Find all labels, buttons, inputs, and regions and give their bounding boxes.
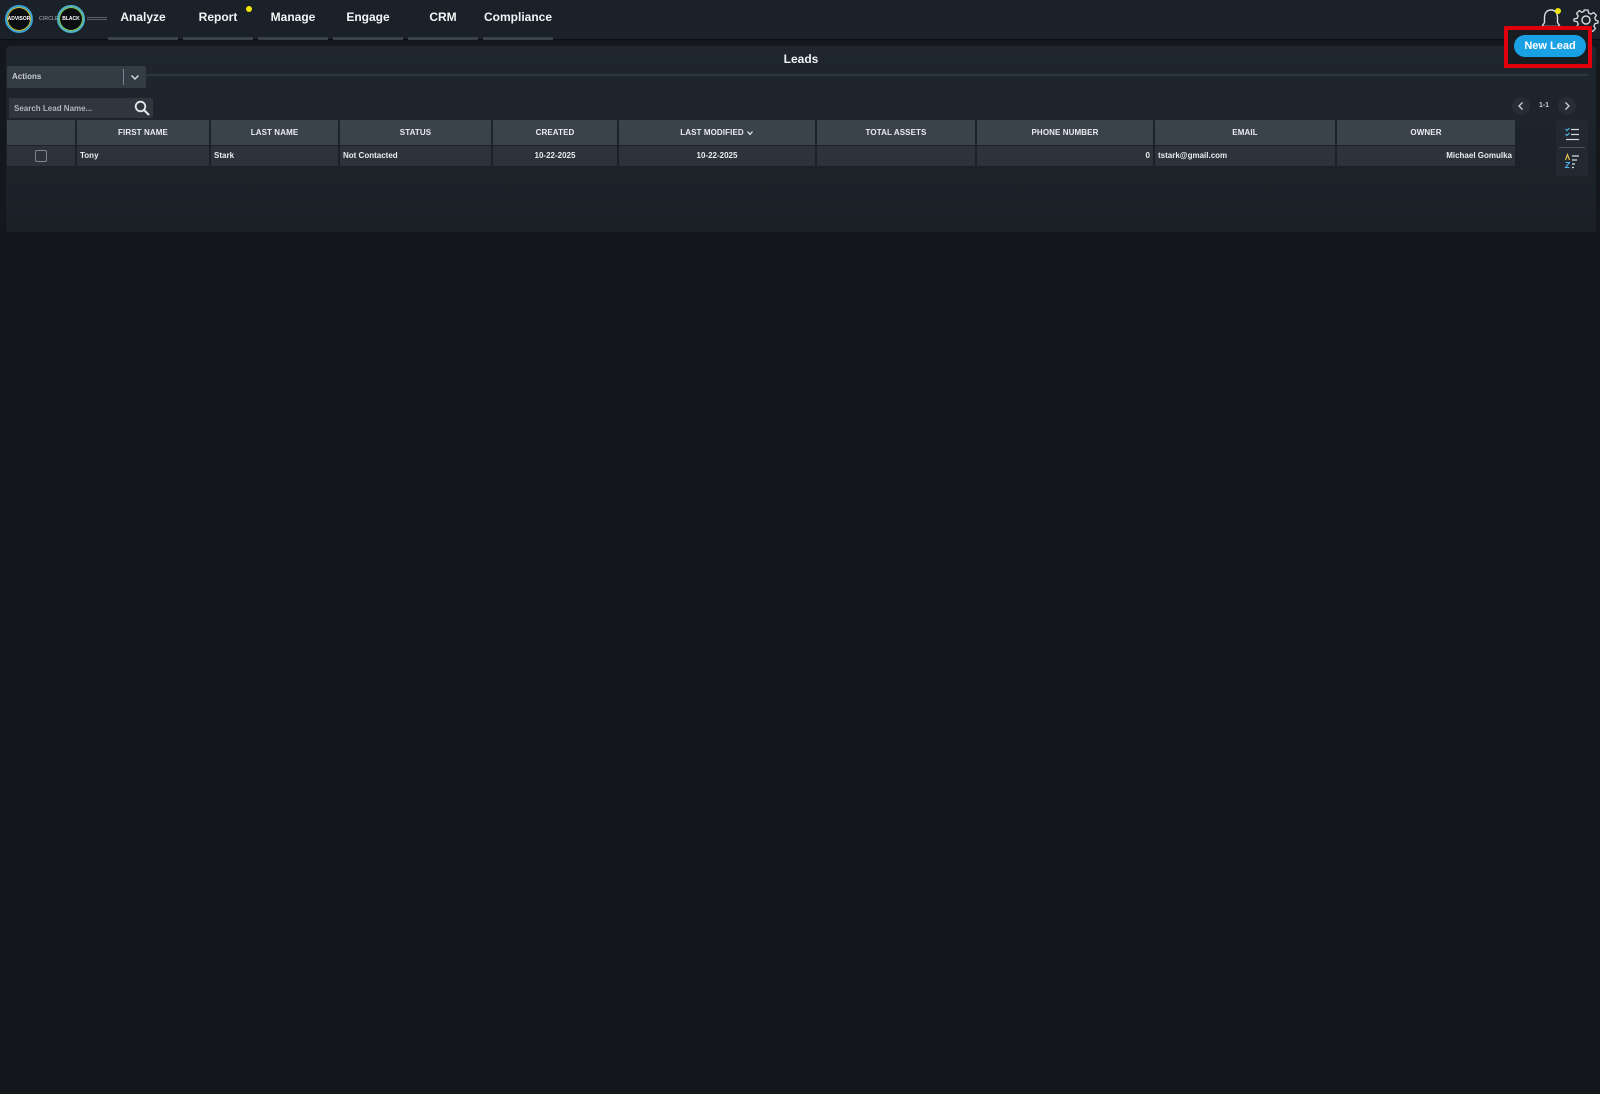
nav-item-underline [258, 37, 328, 40]
cell-created: 10-22-2025 [493, 146, 617, 166]
column-header-label: LAST MODIFIED [680, 128, 744, 137]
actions-dropdown-label: Actions [12, 72, 42, 81]
new-lead-button[interactable]: New Lead [1514, 35, 1586, 57]
nav-item-label: Report [198, 10, 238, 24]
cell-phone-number: 0 [977, 146, 1153, 166]
column-chooser-icon[interactable] [1564, 126, 1580, 142]
page-title: Leads [783, 52, 819, 66]
nav-item-label: CRM [429, 10, 457, 24]
advisor-logo-circle: ADVISOR [5, 5, 33, 33]
select-all-header [7, 120, 75, 145]
top-navigation-bar: ADVISOR CIRCLE BLACK Analyze Report Mana… [0, 0, 1600, 40]
cell-email: tstark@gmail.com [1155, 146, 1335, 166]
previous-page-button[interactable] [1512, 97, 1530, 115]
column-header-last-name[interactable]: LAST NAME [211, 120, 338, 145]
next-page-button[interactable] [1558, 97, 1576, 115]
nav-item-underline [408, 37, 478, 40]
black-logo-circle: BLACK [57, 5, 85, 33]
cell-first-name[interactable]: Tony [77, 146, 209, 166]
pagination: 1-1 [1512, 97, 1578, 115]
actions-dropdown[interactable]: Actions [7, 66, 146, 88]
nav-item-crm[interactable]: CRM [408, 0, 478, 40]
leads-table: FIRST NAME LAST NAME STATUS CREATED LAST… [7, 120, 1553, 166]
table-row-select-cell [7, 146, 75, 166]
nav-item-underline [483, 37, 553, 40]
nav-item-underline [333, 37, 403, 40]
nav-item-manage[interactable]: Manage [258, 0, 328, 40]
nav-item-label: Manage [270, 10, 316, 24]
column-header-first-name[interactable]: FIRST NAME [77, 120, 209, 145]
notification-dot [1555, 8, 1561, 14]
search-icon[interactable] [134, 100, 150, 116]
nav-item-report[interactable]: Report [183, 0, 253, 40]
nav-item-label: Compliance [483, 10, 552, 24]
cell-owner: Michael Gomulka [1337, 146, 1515, 166]
cell-status: Not Contacted [340, 146, 491, 166]
nav-item-compliance[interactable]: Compliance [483, 0, 553, 40]
column-header-total-assets[interactable]: TOTAL ASSETS [817, 120, 975, 145]
column-header-last-modified[interactable]: LAST MODIFIED [619, 120, 815, 145]
dropdown-separator [123, 69, 124, 85]
column-header-phone-number[interactable]: PHONE NUMBER [977, 120, 1153, 145]
row-checkbox[interactable] [35, 150, 47, 162]
column-header-status[interactable]: STATUS [340, 120, 491, 145]
logo-tagline-lines [87, 17, 107, 20]
nav-item-engage[interactable]: Engage [333, 0, 403, 40]
column-header-email[interactable]: EMAIL [1155, 120, 1335, 145]
tools-divider [1559, 147, 1585, 148]
sort-descending-icon [746, 131, 753, 136]
nav-item-underline [108, 37, 178, 40]
chevron-right-icon [1565, 102, 1570, 110]
column-header-created[interactable]: CREATED [493, 120, 617, 145]
column-header-owner[interactable]: OWNER [1337, 120, 1515, 145]
cell-total-assets [817, 146, 975, 166]
logo-circle-word: CIRCLE [39, 16, 59, 22]
table-side-tools [1556, 120, 1588, 176]
advisor-circle-black-logo[interactable]: ADVISOR CIRCLE BLACK [5, 5, 107, 35]
title-divider [14, 74, 1588, 76]
nav-item-analyze[interactable]: Analyze [108, 0, 178, 40]
nav-item-label: Engage [346, 10, 390, 24]
cell-last-name: Stark [211, 146, 338, 166]
search-input[interactable] [9, 98, 127, 118]
page-range: 1-1 [1538, 102, 1550, 109]
chevron-left-icon [1518, 102, 1523, 110]
lead-search [9, 98, 153, 118]
chevron-down-icon [131, 75, 139, 80]
sort-alpha-icon[interactable] [1564, 153, 1580, 169]
nav-item-underline [183, 37, 253, 40]
cell-last-modified: 10-22-2025 [619, 146, 815, 166]
nav-item-label: Analyze [120, 10, 166, 24]
report-notification-dot [246, 6, 252, 12]
